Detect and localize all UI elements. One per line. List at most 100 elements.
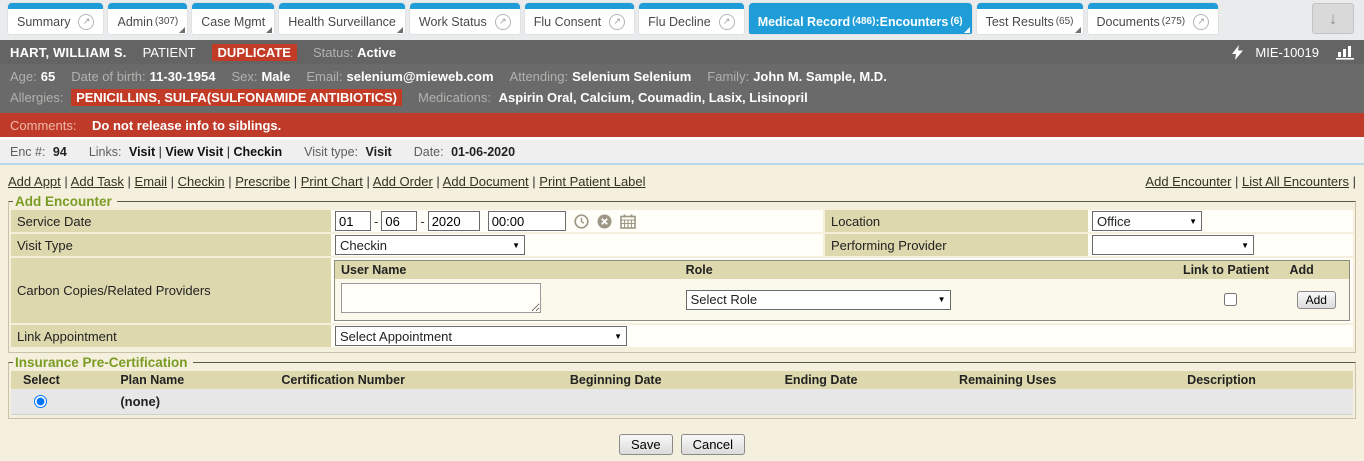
bar-chart-icon[interactable] <box>1336 45 1354 60</box>
allergies-row: Allergies: PENICILLINS, SULFA(SULFONAMID… <box>10 87 1354 108</box>
link-appointment-selected-value: Select Appointment <box>340 329 452 344</box>
patient-type-label: PATIENT <box>143 45 196 60</box>
tab-documents[interactable]: Documents (275)↗ <box>1088 3 1219 34</box>
tab-work-status[interactable]: Work Status↗ <box>410 3 520 34</box>
cc-role-select[interactable]: Select Role ▼ <box>686 290 951 310</box>
demographics-row: Age:65Date of birth:11-30-1954Sex:MaleEm… <box>10 66 1354 87</box>
insurance-precert-table: SelectPlan NameCertification NumberBegin… <box>11 371 1353 415</box>
enc-links: Links: Visit | View Visit | Checkin <box>89 145 282 159</box>
popup-arrow-icon[interactable]: ↗ <box>719 14 735 30</box>
tab-case-mgmt[interactable]: Case Mgmt <box>192 3 274 34</box>
enc-link-checkin[interactable]: Checkin <box>233 145 282 159</box>
location-label: Location <box>825 210 1088 232</box>
demographic-age: Age:65 <box>10 66 55 87</box>
tab-medical-record[interactable]: Medical Record (486):Encounters (6) <box>749 3 972 34</box>
action-link-print-chart[interactable]: Print Chart <box>301 174 363 189</box>
tab-label: Medical Record <box>758 15 850 29</box>
action-link-checkin[interactable]: Checkin <box>178 174 225 189</box>
service-date-month-input[interactable] <box>335 211 371 231</box>
location-selected-value: Office <box>1097 214 1131 229</box>
demographic-label: Sex: <box>231 69 257 84</box>
location-value-cell: Office ▼ <box>1088 210 1353 232</box>
chevron-down-icon: ▼ <box>614 332 622 341</box>
cc-username-input[interactable] <box>341 283 541 313</box>
link-appointment-select[interactable]: Select Appointment ▼ <box>335 326 627 346</box>
add-encounter-fieldset: Add Encounter Service Date - - <box>8 194 1356 353</box>
service-time-input[interactable] <box>488 211 566 231</box>
insurance-none-radio[interactable] <box>34 395 47 408</box>
action-link-add-order[interactable]: Add Order <box>373 174 433 189</box>
popup-arrow-icon[interactable]: ↗ <box>609 14 625 30</box>
action-link-prescribe[interactable]: Prescribe <box>235 174 290 189</box>
action-link-add-encounter[interactable]: Add Encounter <box>1145 174 1231 189</box>
cc-add-button[interactable]: Add <box>1297 291 1336 309</box>
cancel-button[interactable]: Cancel <box>681 434 745 455</box>
status-value: Active <box>357 45 396 60</box>
allergies-badge[interactable]: PENICILLINS, SULFA(SULFONAMIDE ANTIBIOTI… <box>71 89 402 106</box>
link-appointment-row: Link Appointment Select Appointment ▼ <box>11 325 1353 347</box>
demographic-label: Family: <box>707 69 749 84</box>
link-separator: | <box>1349 174 1356 189</box>
demographic-family: Family: John M. Sample, M.D. <box>707 66 887 87</box>
action-links-left: Add Appt | Add Task | Email | Checkin | … <box>8 174 646 189</box>
insurance-column-header-remaining-uses: Remaining Uses <box>953 371 1181 389</box>
calendar-icon[interactable] <box>620 214 636 229</box>
service-date-label: Service Date <box>11 210 331 232</box>
service-date-year-input[interactable] <box>428 211 480 231</box>
encounter-info-bar: Enc #: 94 Links: Visit | View Visit | Ch… <box>0 137 1364 165</box>
link-to-patient-checkbox[interactable] <box>1224 293 1237 306</box>
lightning-bolt-icon[interactable] <box>1232 45 1243 60</box>
action-links-right: Add Encounter | List All Encounters | <box>1145 174 1356 189</box>
medications-label: Medications: <box>418 90 491 105</box>
carbon-copies-row: Carbon Copies/Related Providers User Nam… <box>11 258 1353 323</box>
demographic-email: Email:selenium@mieweb.com <box>306 66 493 87</box>
visit-type-select[interactable]: Checkin ▼ <box>335 235 525 255</box>
carbon-copies-cell: User NameRoleLink to PatientAdd Select R… <box>331 258 1353 323</box>
comments-label: Comments: <box>10 118 92 133</box>
popup-arrow-icon[interactable]: ↗ <box>1193 14 1209 30</box>
demographic-value: John M. Sample, M.D. <box>753 69 887 84</box>
tab-flu-consent[interactable]: Flu Consent↗ <box>525 3 634 34</box>
patient-info-block: Age:65Date of birth:11-30-1954Sex:MaleEm… <box>0 64 1364 113</box>
tab-summary[interactable]: Summary↗ <box>8 3 103 34</box>
demographic-value: 65 <box>41 69 55 84</box>
carbon-copies-input-row: Select Role ▼ Add <box>335 279 1350 321</box>
download-button[interactable]: ↓ <box>1312 3 1354 34</box>
action-link-print-patient-label[interactable]: Print Patient Label <box>539 174 645 189</box>
clear-date-icon[interactable] <box>597 214 612 229</box>
status-label: Status: <box>313 45 353 60</box>
tab-flu-decline[interactable]: Flu Decline↗ <box>639 3 744 34</box>
action-link-list-all-encounters[interactable]: List All Encounters <box>1242 174 1349 189</box>
visit-type-form-label: Visit Type <box>11 234 331 256</box>
location-select[interactable]: Office ▼ <box>1092 211 1202 231</box>
service-date-day-input[interactable] <box>381 211 417 231</box>
tab-count: (486) <box>852 16 875 27</box>
action-link-email[interactable]: Email <box>135 174 168 189</box>
action-link-add-task[interactable]: Add Task <box>71 174 124 189</box>
tab-test-results[interactable]: Test Results (65) <box>977 3 1083 34</box>
popup-arrow-icon[interactable]: ↗ <box>495 14 511 30</box>
date-dash: - <box>374 214 378 229</box>
visit-type-value: Visit <box>366 145 392 159</box>
tab-count: (307) <box>155 16 178 27</box>
clock-icon[interactable] <box>574 214 589 229</box>
patient-name: HART, WILLIAM S. <box>10 45 127 60</box>
performing-provider-select[interactable]: ▼ <box>1092 235 1254 255</box>
duplicate-badge[interactable]: DUPLICATE <box>212 44 297 61</box>
action-link-add-document[interactable]: Add Document <box>443 174 529 189</box>
enc-link-view-visit[interactable]: View Visit <box>165 145 223 159</box>
insurance-precert-legend: Insurance Pre-Certification <box>13 355 193 370</box>
action-link-add-appt[interactable]: Add Appt <box>8 174 61 189</box>
chevron-down-icon: ▼ <box>1189 217 1197 226</box>
tab-admin[interactable]: Admin (307) <box>108 3 187 34</box>
medications-pair: Medications: Aspirin Oral, Calcium, Coum… <box>418 87 808 108</box>
action-links-row: Add Appt | Add Task | Email | Checkin | … <box>8 174 1356 189</box>
tab-label: Case Mgmt <box>201 15 265 29</box>
tab-health-surveillance[interactable]: Health Surveillance <box>279 3 405 34</box>
link-appointment-cell: Select Appointment ▼ <box>331 325 1353 347</box>
allergies-label: Allergies: <box>10 90 63 105</box>
save-button[interactable]: Save <box>619 434 673 455</box>
popup-arrow-icon[interactable]: ↗ <box>78 14 94 30</box>
enc-number-value: 94 <box>53 145 67 159</box>
enc-link-visit[interactable]: Visit <box>129 145 155 159</box>
